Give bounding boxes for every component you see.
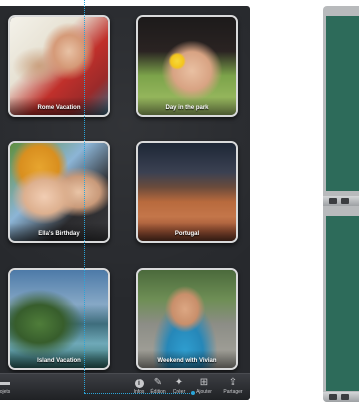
callout-line-vertical <box>84 0 85 393</box>
device-button <box>341 394 349 400</box>
add-icon: ⊞ <box>199 377 209 388</box>
album-portugal[interactable]: Portugal <box>136 141 238 243</box>
projects-icon: ▬ <box>0 377 10 388</box>
projects-button[interactable]: ▬ ojets <box>0 376 18 396</box>
album-title: Rome Vacation <box>10 97 108 115</box>
device-button <box>329 394 337 400</box>
album-day-in-the-park[interactable]: Day in the park <box>136 15 238 117</box>
album-title: Weekend with Vivian <box>138 350 236 368</box>
album-rome-vacation[interactable]: Rome Vacation <box>8 15 110 117</box>
create-icon: ✦ <box>174 377 184 388</box>
bottom-toolbar: ▬ ojets i Infos ✎ Édition ✦ Créer ⊞ Ajou… <box>0 373 250 400</box>
album-title: Portugal <box>138 223 236 241</box>
device-screen-bottom <box>326 216 359 391</box>
share-icon: ⇪ <box>228 377 238 388</box>
share-label: Partager <box>223 389 243 395</box>
device-button <box>329 198 337 204</box>
album-weekend-with-vivian[interactable]: Weekend with Vivian <box>136 268 238 370</box>
device-toolbar-top <box>323 196 359 206</box>
device-screen-top <box>326 16 359 191</box>
album-island-vacation[interactable]: Island Vacation <box>8 268 110 370</box>
callout-line-horizontal <box>84 393 194 394</box>
album-title: Day in the park <box>138 97 236 115</box>
device-toolbar-bottom <box>323 392 359 402</box>
device-button <box>341 198 349 204</box>
share-button[interactable]: ⇪ Partager <box>220 376 246 396</box>
second-device-preview <box>323 6 359 402</box>
callout-dot <box>191 391 195 395</box>
album-ellas-birthday[interactable]: Ella's Birthday <box>8 141 110 243</box>
album-title: Island Vacation <box>10 350 108 368</box>
album-title: Ella's Birthday <box>10 223 108 241</box>
photo-app-window: Rome Vacation Day in the park Ella's Bir… <box>0 6 250 400</box>
projects-label: ojets <box>0 389 11 395</box>
